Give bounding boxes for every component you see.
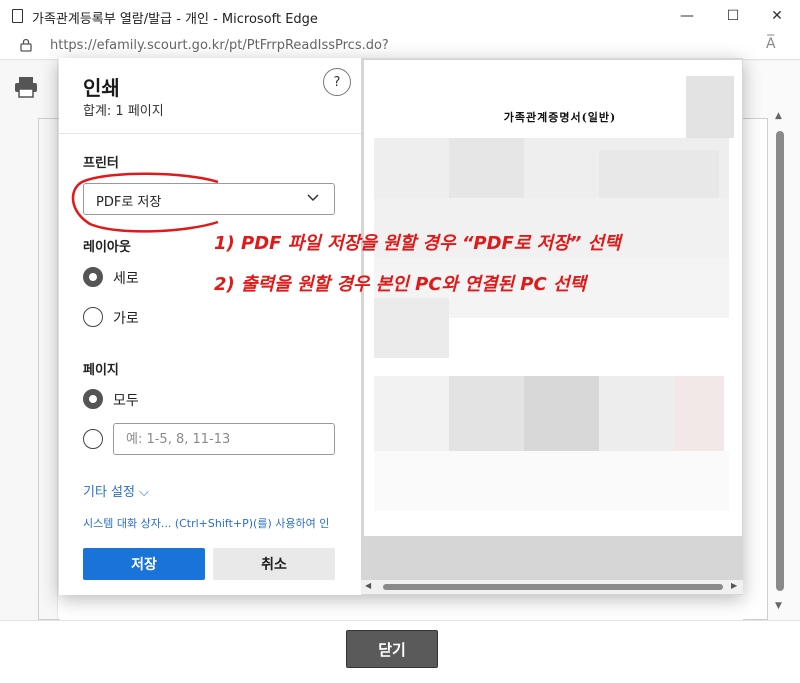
radio-page-range[interactable] [83,429,103,449]
annotation-circle [71,172,219,233]
annotation-line-2: 2) 출력을 원할 경우 본인 PC와 연결된 PC 선택 [214,274,587,295]
landscape-label: 가로 [113,311,139,327]
scroll-right-icon[interactable]: ▶ [731,581,737,590]
help-icon[interactable]: ? [323,68,351,96]
all-pages-label: 모두 [113,393,139,409]
title-bar: 가족관계등록부 열람/발급 - 개인 - Microsoft Edge — ☐ … [0,0,800,32]
preview-scrollbar[interactable]: ◀ ▶ [361,580,743,594]
preview-blur-block [599,150,719,198]
close-window-button[interactable]: ✕ [754,0,800,32]
page-range-field[interactable] [113,423,335,455]
save-button[interactable]: 저장 [83,548,205,580]
window-title: 가족관계등록부 열람/발급 - 개인 - Microsoft Edge [32,12,318,27]
preview-blur-block [449,376,524,451]
radio-landscape[interactable] [83,307,103,327]
printer-icon[interactable] [14,76,38,98]
preview-page [364,60,742,536]
close-button[interactable]: 닫기 [346,630,438,668]
annotation-line-1: 1) PDF 파일 저장을 원할 경우 “PDF로 저장” 선택 [214,233,621,254]
preview-blur-block [449,138,524,198]
preview-blur-block [374,376,449,451]
scroll-up-icon[interactable]: ▲ [775,111,782,121]
page-range-input[interactable] [114,424,334,454]
pages-label: 페이지 [83,363,119,378]
portrait-label: 세로 [113,271,139,287]
radio-all-pages[interactable] [83,389,103,409]
radio-portrait[interactable] [83,267,103,287]
preview-blur-block [686,76,734,138]
preview-blur-block [524,376,599,451]
preview-blur-block [674,376,724,451]
page-total: 합계: 1 페이지 [83,104,164,119]
url-text[interactable]: https://efamily.scourt.go.kr/pt/PtFrrpRe… [50,38,389,53]
scrollbar-thumb[interactable] [383,584,723,590]
address-bar: https://efamily.scourt.go.kr/pt/PtFrrpRe… [0,32,800,60]
scroll-down-icon[interactable]: ▼ [775,601,782,611]
cancel-button[interactable]: 취소 [213,548,335,580]
minimize-button[interactable]: — [664,0,710,32]
scroll-left-icon[interactable]: ◀ [365,581,371,590]
lock-icon[interactable] [20,38,32,52]
more-settings-link[interactable]: 기타 설정 ⌵ [83,481,149,500]
preview-blur-block [374,298,449,358]
preview-blur-block [374,451,729,511]
background-paper-edge [743,118,768,620]
system-dialog-link[interactable]: 시스템 대화 상자... (Ctrl+Shift+P)(를) 사용하여 인 [83,515,360,531]
background-scrollbar[interactable]: ▲ ▼ [772,101,788,619]
maximize-button[interactable]: ☐ [710,0,756,32]
background-paper-edge [38,118,60,620]
scrollbar-thumb[interactable] [776,131,784,591]
chevron-down-icon [307,194,319,202]
document-icon [12,9,23,23]
preview-blur-block [599,376,674,451]
divider [59,133,361,134]
dialog-title: 인쇄 [83,76,120,100]
read-aloud-icon[interactable]: A̅ [766,36,776,52]
preview-document-title: 가족관계증명서(일반) [503,111,617,124]
